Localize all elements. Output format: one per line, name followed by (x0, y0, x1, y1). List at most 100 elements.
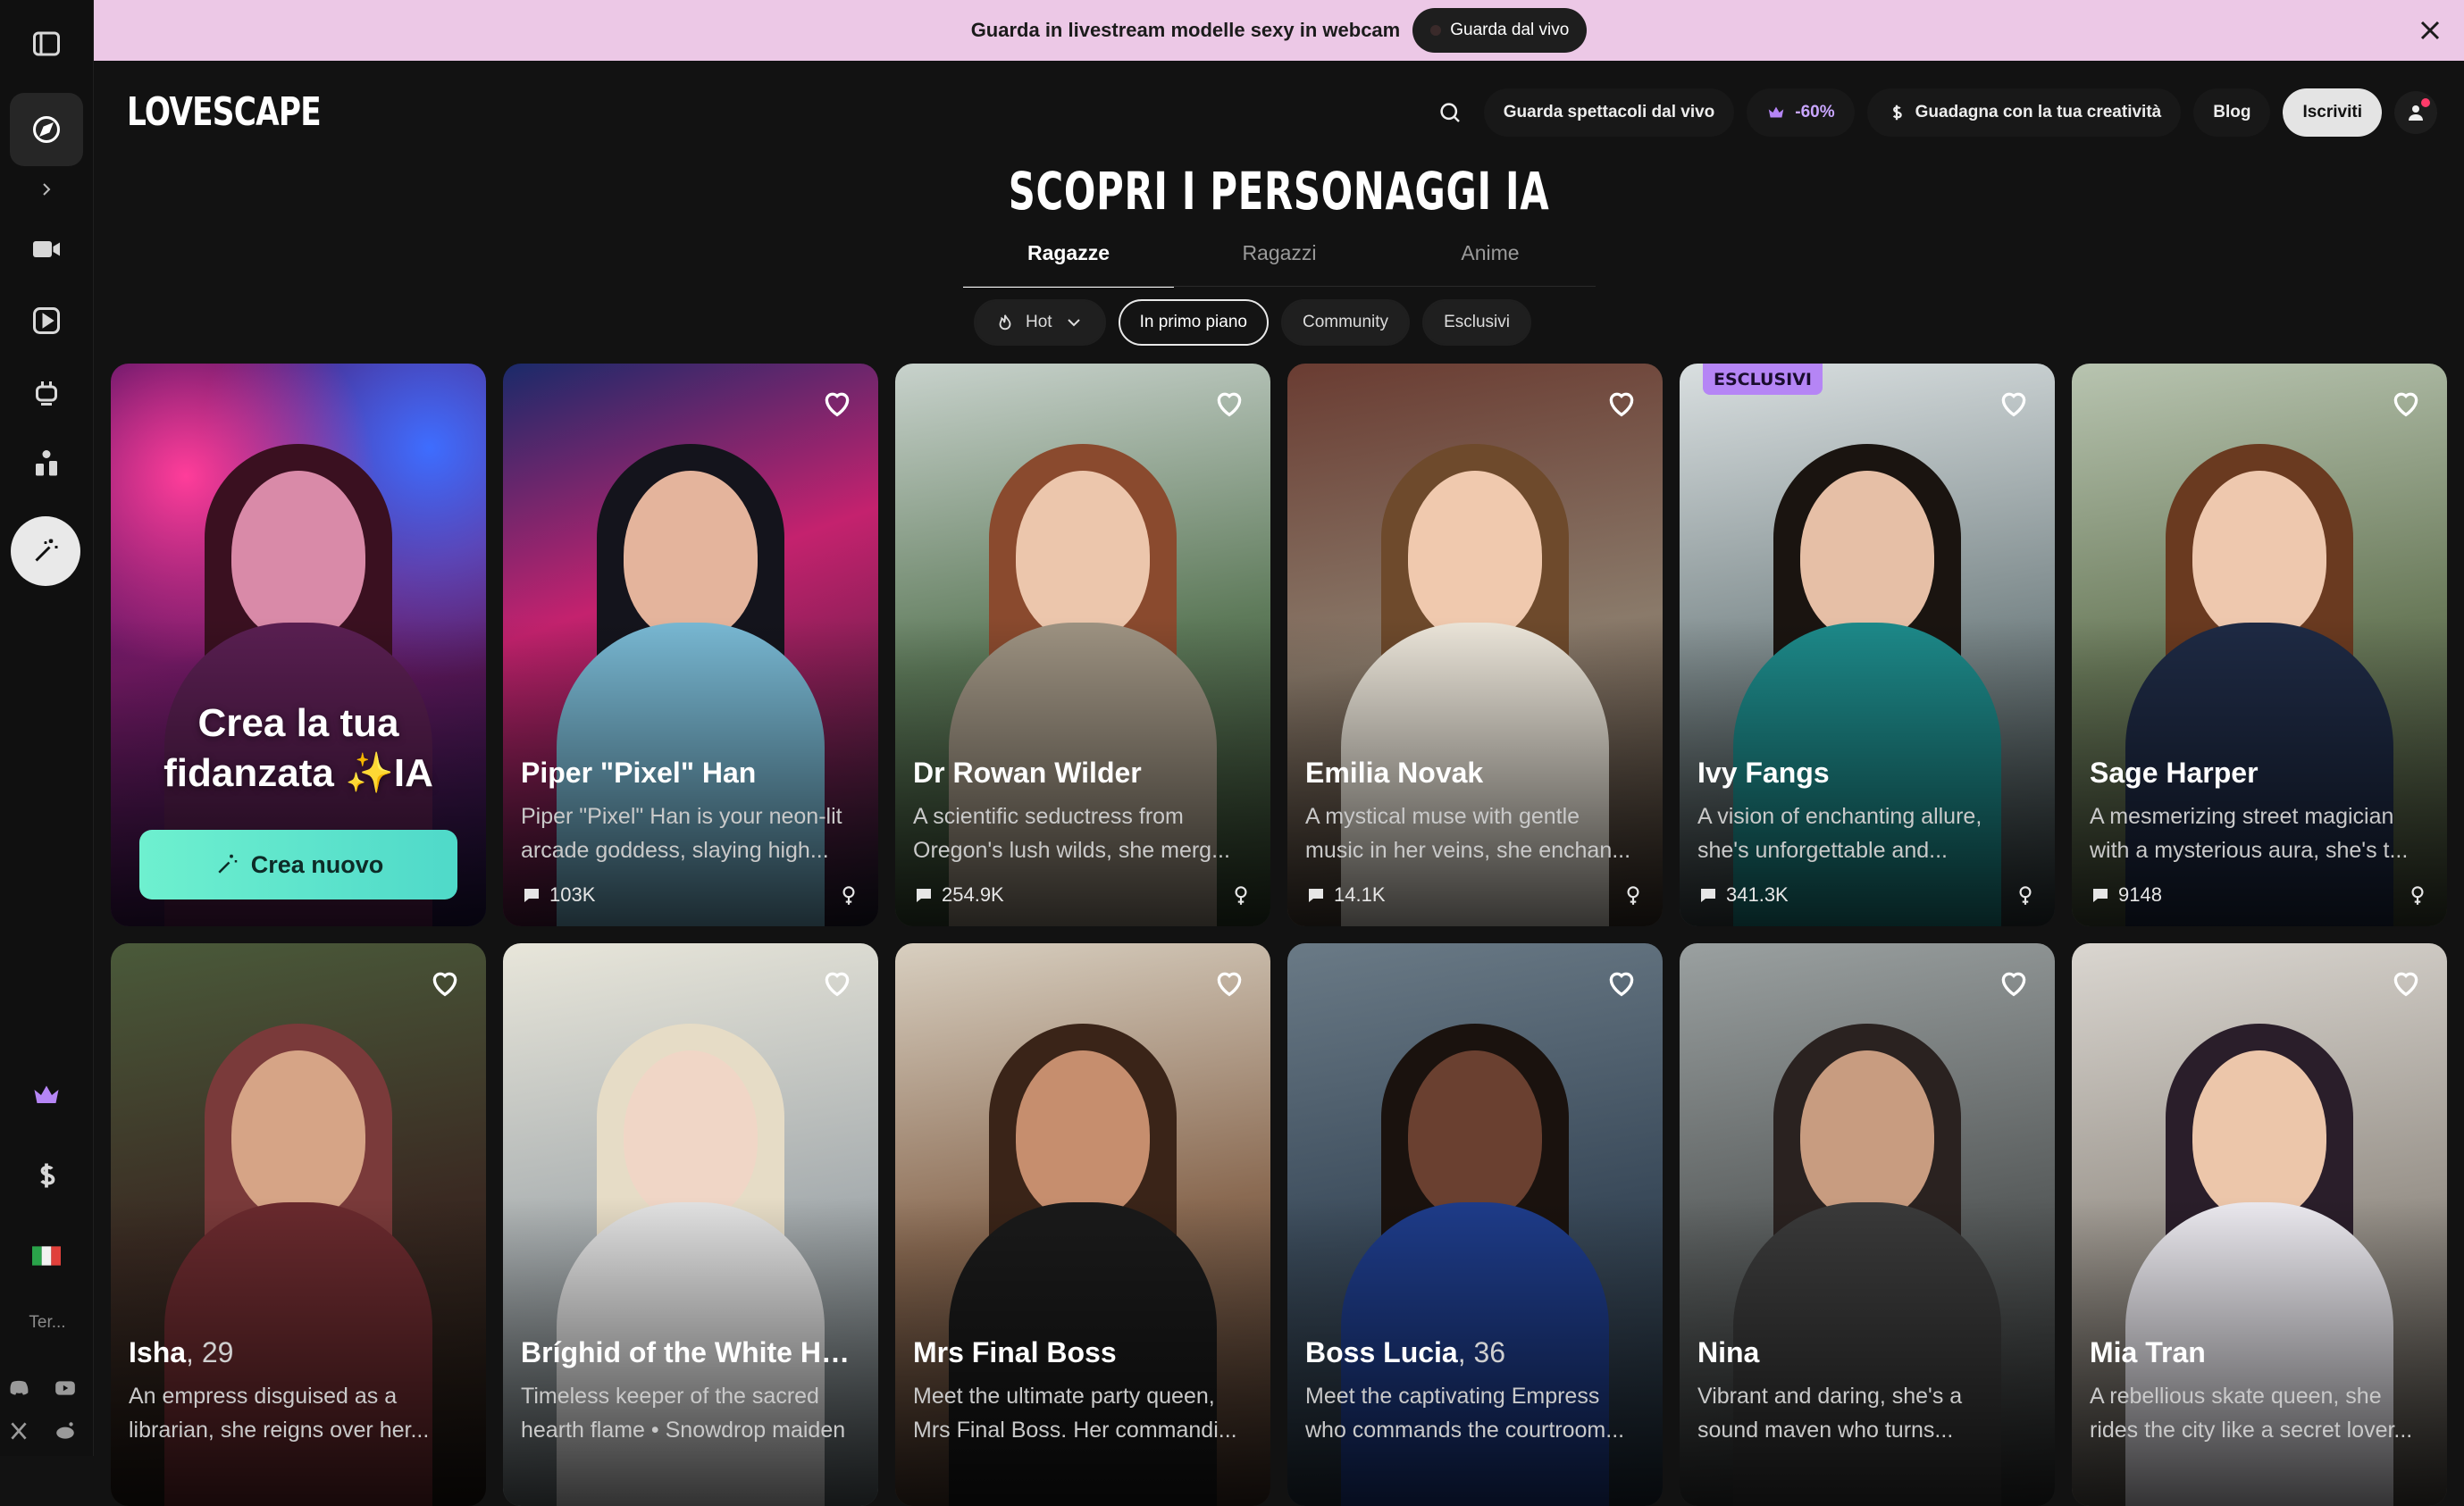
character-card[interactable]: ESCLUSIVI Ivy Fangs A vision of enchanti… (1680, 364, 2055, 926)
language-selector[interactable] (10, 1219, 83, 1293)
character-stats: 341.3K (1697, 882, 2037, 908)
sidebar-item-leaderboard[interactable] (10, 427, 83, 500)
character-face (1016, 1050, 1150, 1220)
character-name: Mia Tran (2090, 1336, 2429, 1369)
character-card[interactable]: Nina Vibrant and daring, she's asound ma… (1680, 943, 2055, 1506)
youtube-link[interactable] (50, 1373, 80, 1403)
sidebar-item-videos[interactable] (10, 284, 83, 357)
character-stats: 9148 (2090, 882, 2429, 908)
close-icon[interactable] (2414, 14, 2446, 46)
tabs-divider (963, 286, 1596, 287)
sidebar-item-premium[interactable] (10, 1058, 83, 1132)
favorite-heart-icon[interactable] (819, 385, 855, 421)
character-description: A vision of enchanting allure,she's unfo… (1697, 799, 2037, 867)
character-card[interactable]: Isha, 29 An empress disguised as alibrar… (111, 943, 486, 1506)
character-card[interactable]: Piper "Pixel" Han Piper "Pixel" Han is y… (503, 364, 878, 926)
favorite-heart-icon[interactable] (2388, 385, 2424, 421)
filter-community[interactable]: Community (1281, 299, 1410, 346)
character-card[interactable]: Emilia Novak A mystical muse with gentle… (1287, 364, 1663, 926)
flame-icon (995, 313, 1015, 332)
earn-button[interactable]: Guadagna con la tua creatività (1867, 88, 2182, 137)
trophy-stack-icon (30, 448, 63, 480)
chevron-down-icon (1063, 312, 1085, 333)
user-menu-button[interactable] (2394, 91, 2437, 134)
character-face (1800, 471, 1934, 640)
premium-discount-button[interactable]: -60% (1747, 88, 1854, 137)
robot-icon (30, 376, 63, 408)
create-new-button[interactable]: Crea nuovo (139, 830, 457, 899)
create-ai-card[interactable]: Crea la tua fidanzata ✨IA Crea nuovo (111, 364, 486, 926)
character-description: Meet the captivating Empresswho commands… (1305, 1379, 1645, 1447)
signup-button[interactable]: Iscriviti (2283, 88, 2382, 137)
character-stats: 14.1K (1305, 882, 1645, 908)
live-dot-icon (1430, 25, 1441, 36)
character-card[interactable]: Mia Tran A rebellious skate queen, sheri… (2072, 943, 2447, 1506)
sidebar-item-ai-companions[interactable] (10, 356, 83, 429)
blog-link[interactable]: Blog (2193, 88, 2270, 137)
brand-logo[interactable]: LOVESCAPE (127, 89, 321, 135)
favorite-heart-icon[interactable] (1996, 965, 2032, 1000)
character-card[interactable]: Dr Rowan Wilder A scientific seductress … (895, 364, 1270, 926)
search-button[interactable] (1429, 91, 1471, 134)
sort-dropdown[interactable]: Hot (974, 299, 1106, 346)
x-logo-icon (7, 1419, 30, 1443)
crown-icon (1766, 103, 1786, 122)
character-card[interactable]: Mrs Final Boss Meet the ultimate party q… (895, 943, 1270, 1506)
terms-link[interactable]: Ter... (16, 1313, 79, 1333)
female-icon (1622, 883, 1645, 907)
character-card[interactable]: Bríghid of the White He... Timeless keep… (503, 943, 878, 1506)
favorite-heart-icon[interactable] (1211, 965, 1247, 1000)
reddit-link[interactable] (50, 1416, 80, 1446)
filter-featured[interactable]: In primo piano (1119, 299, 1269, 346)
message-count: 9148 (2118, 883, 2162, 907)
character-name: Bríghid of the White He... (521, 1336, 860, 1369)
character-description: A rebellious skate queen, sherides the c… (2090, 1379, 2429, 1447)
favorite-heart-icon[interactable] (819, 965, 855, 1000)
message-count: 14.1K (1334, 883, 1386, 907)
sparkle-wand-icon (214, 851, 240, 878)
character-face (231, 471, 365, 640)
banner-button-label: Guarda dal vivo (1450, 21, 1569, 40)
toggle-sidebar-button[interactable] (10, 7, 83, 80)
reddit-icon (54, 1419, 77, 1443)
favorite-heart-icon[interactable] (1604, 965, 1639, 1000)
create-new-label: Crea nuovo (251, 851, 384, 879)
character-card[interactable]: Sage Harper A mesmerizing street magicia… (2072, 364, 2447, 926)
character-name: Isha, 29 (129, 1336, 468, 1369)
tab-girls[interactable]: Ragazze (963, 230, 1174, 288)
dollar-icon (30, 1159, 63, 1192)
character-name: Mrs Final Boss (913, 1336, 1253, 1369)
filter-exclusive[interactable]: Esclusivi (1422, 299, 1531, 346)
dollar-icon (1887, 103, 1907, 122)
chat-bubble-icon (521, 884, 542, 906)
promo-title: Crea la tua fidanzata ✨IA (111, 699, 486, 799)
character-description: Timeless keeper of the sacredhearth flam… (521, 1379, 860, 1447)
sidebar-item-create-ai[interactable] (11, 516, 80, 586)
character-name: Boss Lucia, 36 (1305, 1336, 1645, 1369)
character-stats: 254.9K (913, 882, 1253, 908)
banner-watch-live-button[interactable]: Guarda dal vivo (1412, 8, 1587, 53)
sidebar-item-earn[interactable] (10, 1139, 83, 1212)
character-name: Sage Harper (2090, 757, 2429, 790)
character-name: Nina (1697, 1336, 2037, 1369)
female-icon (1229, 883, 1253, 907)
chat-bubble-icon (1305, 884, 1327, 906)
live-shows-button[interactable]: Guarda spettacoli dal vivo (1484, 88, 1735, 137)
tab-anime[interactable]: Anime (1385, 230, 1596, 288)
sidebar-item-live-cam[interactable] (10, 213, 83, 286)
character-card[interactable]: Boss Lucia, 36 Meet the captivating Empr… (1287, 943, 1663, 1506)
discord-link[interactable] (4, 1373, 34, 1403)
tab-guys[interactable]: Ragazzi (1174, 230, 1385, 288)
x-twitter-link[interactable] (4, 1416, 34, 1446)
search-icon (1437, 99, 1463, 126)
favorite-heart-icon[interactable] (2388, 965, 2424, 1000)
favorite-heart-icon[interactable] (427, 965, 463, 1000)
page-title: SCOPRI I PERSONAGGI IA (0, 161, 2464, 222)
header-actions: Guarda spettacoli dal vivo -60% Guadagna… (1429, 88, 2437, 137)
message-count: 341.3K (1726, 883, 1789, 907)
favorite-heart-icon[interactable] (1996, 385, 2032, 421)
favorite-heart-icon[interactable] (1604, 385, 1639, 421)
play-square-icon (30, 305, 63, 337)
favorite-heart-icon[interactable] (1211, 385, 1247, 421)
character-face (1016, 471, 1150, 640)
